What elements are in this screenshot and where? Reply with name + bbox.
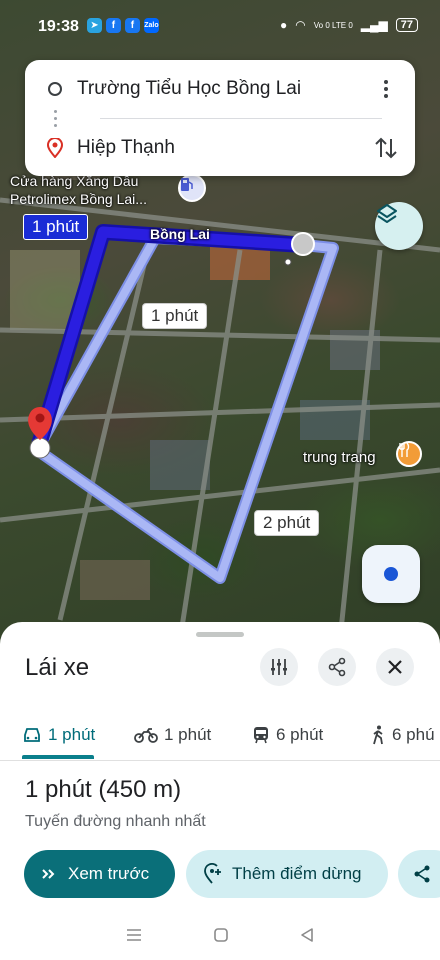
status-bar: 19:38 ➤ f f Zalo ● ◠ Vo 0 LTE 0 ▂▄▆ 77	[0, 0, 440, 56]
poi-fuel-name-line2: Petrolimex Bồng Lai...	[10, 191, 147, 207]
building-block	[150, 440, 210, 490]
route-summary-desc: Tuyến đường nhanh nhất	[25, 813, 206, 830]
wifi-icon: ◠	[295, 18, 306, 32]
double-chevron-icon	[42, 869, 55, 879]
close-button[interactable]	[376, 648, 414, 686]
poi-fuel-label[interactable]: Cửa hàng Xăng Dầu Petrolimex Bồng Lai...	[10, 172, 147, 208]
divider	[100, 118, 382, 119]
add-stop-label: Thêm điểm dừng	[232, 864, 362, 883]
tab-transit[interactable]: 6 phút	[252, 712, 323, 758]
add-location-icon	[204, 863, 221, 884]
active-tab-indicator	[22, 755, 94, 759]
menu-icon[interactable]	[125, 927, 143, 943]
origin-circle-icon	[48, 82, 62, 96]
tab-label: 6 phú	[392, 725, 435, 744]
sheet-title: Lái xe	[25, 654, 90, 681]
destination-row[interactable]: Hiệp Thạnh	[25, 133, 415, 163]
car-icon	[24, 728, 40, 742]
fuel-station-icon[interactable]	[178, 174, 206, 202]
system-nav-bar	[0, 910, 440, 960]
tab-walking[interactable]: 6 phú	[370, 712, 435, 758]
tab-label: 1 phút	[48, 725, 96, 744]
route-time-bubble-alt2[interactable]: 2 phút	[254, 510, 320, 536]
preview-button[interactable]: Xem trước	[24, 850, 175, 898]
facebook-icon: f	[105, 18, 121, 33]
share-route-button[interactable]	[398, 850, 440, 898]
origin-field[interactable]: Trường Tiểu Học Bồng Lai	[77, 78, 371, 100]
tune-icon	[271, 659, 287, 675]
waypoint-dot	[284, 258, 292, 266]
walk-icon	[373, 725, 383, 745]
layers-button[interactable]	[375, 202, 423, 250]
status-app-icons: ➤ f f Zalo	[86, 18, 159, 33]
tab-motorbike[interactable]: 1 phút	[134, 712, 211, 758]
status-time: 19:38	[38, 18, 79, 35]
route-time-bubble-primary[interactable]: 1 phút	[23, 214, 89, 240]
origin-marker[interactable]	[291, 232, 315, 256]
drag-handle[interactable]	[196, 632, 244, 637]
origin-row[interactable]: Trường Tiểu Học Bồng Lai	[25, 74, 415, 104]
route-dots-icon	[54, 110, 57, 127]
tab-driving[interactable]: 1 phút	[22, 712, 95, 758]
destination-pin-icon	[46, 138, 64, 158]
building-block	[80, 560, 150, 600]
route-options-button[interactable]	[260, 648, 298, 686]
status-right: ● ◠ Vo 0 LTE 0 ▂▄▆ 77	[280, 18, 418, 32]
preview-label: Xem trước	[68, 864, 150, 883]
share-icon	[414, 865, 430, 883]
network-label: Vo 0 LTE 0	[313, 20, 353, 30]
tab-label: 6 phút	[276, 725, 324, 744]
restaurant-icon[interactable]	[396, 441, 422, 467]
share-button[interactable]	[318, 648, 356, 686]
more-options-button[interactable]	[371, 74, 401, 104]
route-time-bubble-alt1[interactable]: 1 phút	[142, 303, 208, 329]
tab-label: 1 phút	[164, 725, 212, 744]
battery-level: 77	[395, 18, 418, 32]
swap-icon[interactable]	[371, 133, 401, 163]
route-summary-time: 1 phút (450 m)	[25, 776, 182, 803]
location-dot-icon	[384, 567, 398, 581]
transit-icon	[254, 727, 268, 744]
close-icon	[388, 660, 402, 674]
add-stop-button[interactable]: Thêm điểm dừng	[186, 850, 388, 898]
my-location-button[interactable]	[362, 545, 420, 603]
layers-icon	[377, 204, 397, 223]
back-icon[interactable]	[299, 927, 315, 943]
facebook-icon: f	[124, 18, 140, 33]
destination-field[interactable]: Hiệp Thạnh	[77, 137, 371, 159]
motorbike-icon	[134, 728, 158, 743]
divider	[0, 760, 440, 761]
travel-mode-tabs: 1 phút 1 phút 6 phút 6 phú	[0, 712, 440, 758]
share-icon	[328, 657, 346, 677]
road-label: Bồng Lai	[150, 226, 210, 242]
telegram-icon: ➤	[86, 18, 102, 33]
location-icon: ●	[280, 18, 288, 32]
signal-icon: ▂▄▆	[360, 18, 388, 32]
directions-card: Trường Tiểu Học Bồng Lai Hiệp Thạnh	[25, 60, 415, 176]
home-icon[interactable]	[213, 927, 229, 943]
zalo-icon: Zalo	[143, 18, 159, 33]
poi-food-label[interactable]: trung trang	[303, 449, 376, 467]
